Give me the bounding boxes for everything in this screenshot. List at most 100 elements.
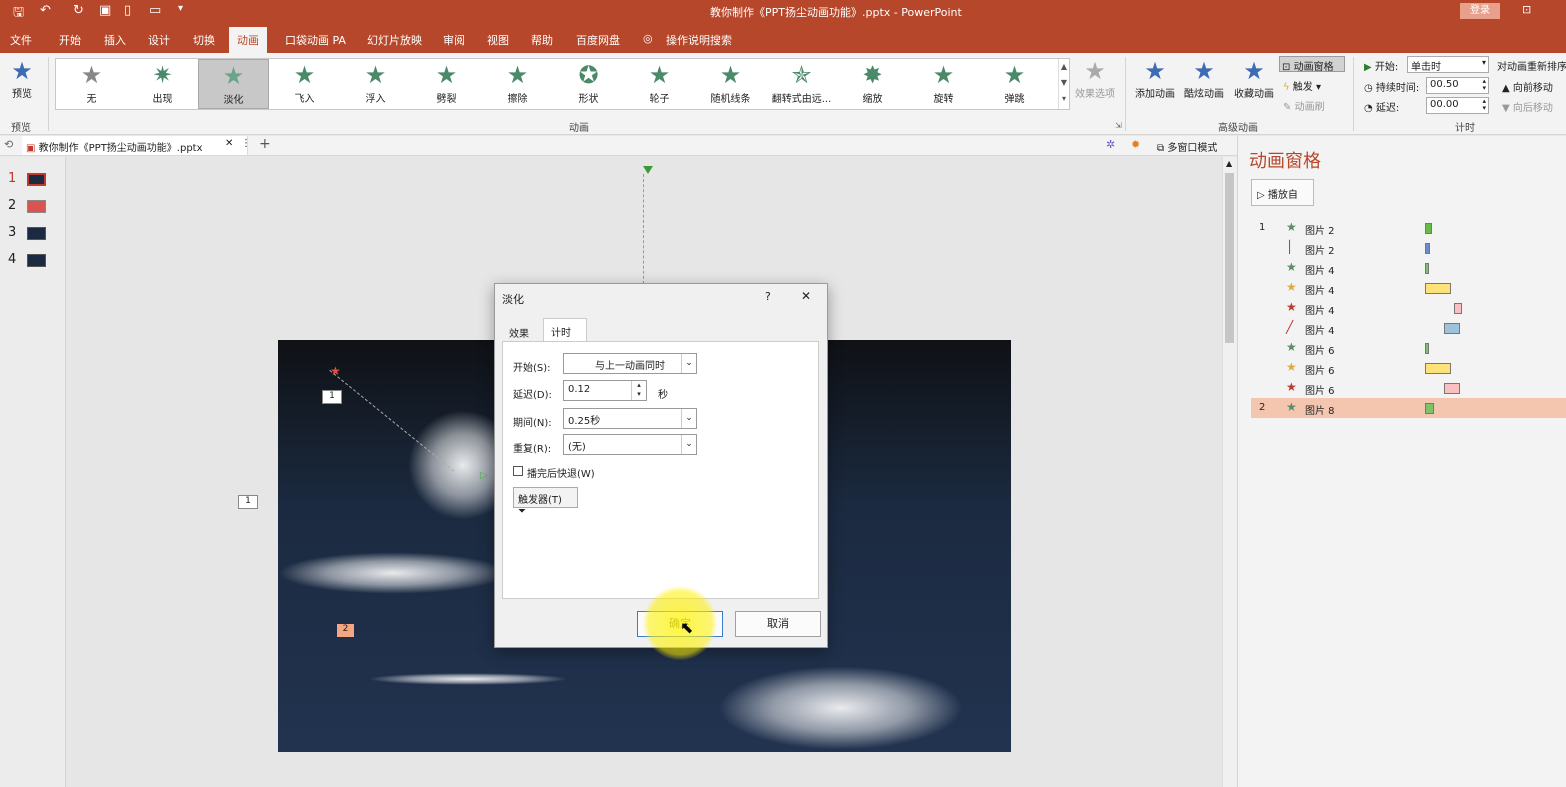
anim-grow-turn[interactable]: ✯ 翻转式由远... (766, 59, 837, 109)
delay-spinner[interactable]: 00.00 ▴ ▾ (1426, 97, 1489, 114)
timeline-bar[interactable] (1425, 283, 1451, 294)
open-folder-icon[interactable]: ▭ (149, 3, 161, 18)
duration-spinner[interactable]: 00.50 ▴ ▾ (1426, 77, 1489, 94)
anim-float-in[interactable]: ★ 浮入 (340, 59, 411, 109)
timeline-bar[interactable] (1454, 303, 1462, 314)
scroll-thumb[interactable] (1225, 173, 1234, 343)
tab-transitions[interactable]: 切换 (193, 32, 215, 48)
effect-options-button[interactable]: ★ 效果选项 (1072, 57, 1118, 100)
editor-scrollbar[interactable]: ▲ (1222, 157, 1237, 787)
animation-list-item[interactable]: ★ 图片 6 (1251, 378, 1566, 398)
tab-file[interactable]: 文件 (10, 32, 32, 48)
anim-wipe[interactable]: ★ 擦除 (482, 59, 553, 109)
slide-thumbnail-2[interactable] (27, 200, 46, 213)
animation-list-item[interactable]: │ 图片 2 (1251, 238, 1566, 258)
duration-select[interactable]: 0.25秒 ⌄ (563, 408, 697, 429)
undo-icon[interactable]: ↶ (40, 3, 51, 18)
tab-review[interactable]: 审阅 (443, 32, 465, 48)
tab-insert[interactable]: 插入 (104, 32, 126, 48)
start-select[interactable]: 与上一动画同时 ⌄ (563, 353, 697, 374)
animation-painter-button[interactable]: ✎ 动画刷 (1283, 98, 1325, 113)
slideshow-icon[interactable]: ▣ (99, 3, 111, 18)
animation-list-item[interactable]: ★ 图片 4 (1251, 258, 1566, 278)
favorite-animation-button[interactable]: ★ 收藏动画 (1231, 57, 1277, 100)
anim-wheel[interactable]: ★ 轮子 (624, 59, 695, 109)
tell-me-search[interactable]: 操作说明搜索 (666, 32, 732, 48)
timeline-bar[interactable] (1425, 343, 1429, 354)
tab-timing[interactable]: 计时 (543, 318, 587, 342)
rewind-checkbox[interactable] (513, 466, 523, 476)
animation-list-item[interactable]: ★ 图片 4 (1251, 278, 1566, 298)
add-animation-button[interactable]: ★ 添加动画 (1132, 57, 1178, 100)
slide-thumbnail-4[interactable] (27, 254, 46, 267)
document-tab[interactable]: ▣ 教你制作《PPT扬尘动画功能》.pptx ✕ ⋮ (22, 136, 251, 155)
tab-design[interactable]: 设计 (148, 32, 170, 48)
multi-window-button[interactable]: ⧉ 多窗口模式 (1157, 139, 1217, 154)
qat-customize-icon[interactable]: ▾ (178, 3, 183, 14)
slide-thumbnail-3[interactable] (27, 227, 46, 240)
tab-pocket-animation[interactable]: 口袋动画 PA (285, 32, 346, 48)
bug-icon[interactable]: ✲ (1106, 138, 1115, 151)
gallery-scroll-icon[interactable]: ▲ ▼ ▾ (1058, 59, 1069, 109)
tab-view[interactable]: 视图 (487, 32, 509, 48)
tab-help[interactable]: 帮助 (531, 32, 553, 48)
scroll-up-icon[interactable]: ▲ (1226, 159, 1232, 168)
cancel-button[interactable]: 取消 (735, 611, 821, 637)
trigger-button[interactable]: ϟ 触发 ▾ (1283, 78, 1321, 93)
timeline-bar[interactable] (1444, 323, 1460, 334)
new-file-icon[interactable]: ▯ (124, 3, 131, 18)
trigger-button[interactable]: 触发器(T) ⏷ (513, 487, 578, 517)
close-tab-icon[interactable]: ✕ (225, 138, 233, 149)
repeat-select[interactable]: (无) ⌄ (563, 434, 697, 455)
animation-tag[interactable]: 1 (322, 390, 342, 404)
tab-effect[interactable]: 效果 (503, 320, 543, 342)
timeline-bar[interactable] (1425, 223, 1432, 234)
anim-shape[interactable]: ✪ 形状 (553, 59, 624, 109)
animation-tag-selected[interactable]: 2 (337, 624, 354, 637)
anim-fade[interactable]: ★ 淡化 (198, 59, 269, 109)
tab-list-icon[interactable]: ⟲ (4, 138, 13, 151)
tab-slideshow[interactable]: 幻灯片放映 (367, 32, 422, 48)
animation-list-item[interactable]: ★ 图片 6 (1251, 338, 1566, 358)
animation-list-item[interactable]: ╱ 图片 4 (1251, 318, 1566, 338)
animation-list-item[interactable]: 1 ★ 图片 2 (1251, 218, 1566, 238)
tab-animations[interactable]: 动画 (229, 27, 267, 53)
help-button[interactable]: ? (765, 290, 771, 303)
add-tab-icon[interactable]: + (259, 136, 271, 152)
tab-baidu-netdisk[interactable]: 百度网盘 (576, 32, 620, 48)
anim-appear[interactable]: ✷ 出现 (127, 59, 198, 109)
timeline-bar[interactable] (1425, 263, 1429, 274)
dialog-launcher-icon[interactable]: ⇲ (1115, 121, 1122, 130)
animation-list-item[interactable]: ★ 图片 4 (1251, 298, 1566, 318)
anim-fly-in[interactable]: ★ 飞入 (269, 59, 340, 109)
timeline-bar[interactable] (1425, 363, 1451, 374)
cool-animation-button[interactable]: ★ 酷炫动画 (1181, 57, 1227, 100)
start-select[interactable]: 单击时 ▾ (1407, 56, 1489, 73)
delay-spinner[interactable]: 0.12 ▴ ▾ (563, 380, 647, 401)
tab-home[interactable]: 开始 (59, 32, 81, 48)
timeline-bar[interactable] (1425, 243, 1430, 254)
timeline-bar[interactable] (1425, 403, 1434, 414)
anim-swivel[interactable]: ★ 旋转 (908, 59, 979, 109)
tab-menu-icon[interactable]: ⋮ (241, 138, 251, 149)
animation-pane-button[interactable]: ⊡ 动画窗格 (1279, 56, 1345, 73)
preview-button[interactable]: ★ 预览 (6, 57, 38, 100)
login-button[interactable]: 登录 (1460, 3, 1500, 19)
timeline-bar[interactable] (1444, 383, 1460, 394)
close-dialog-button[interactable]: ✕ (801, 289, 811, 303)
gear-icon[interactable]: ✹ (1131, 138, 1140, 151)
anim-bounce[interactable]: ★ 弹跳 (979, 59, 1050, 109)
move-earlier-button[interactable]: ▲ 向前移动 (1502, 79, 1553, 94)
ribbon-display-icon[interactable]: ⊡ (1522, 3, 1531, 16)
move-later-button[interactable]: ▼ 向后移动 (1502, 99, 1553, 114)
anim-split[interactable]: ★ 劈裂 (411, 59, 482, 109)
slide-thumbnail-1[interactable] (27, 173, 46, 186)
animation-list-item[interactable]: ★ 图片 6 (1251, 358, 1566, 378)
animation-tag[interactable]: 1 (238, 495, 258, 509)
anim-none[interactable]: ★ 无 (56, 59, 127, 109)
anim-random-bars[interactable]: ★ 随机线条 (695, 59, 766, 109)
play-from-button[interactable]: ▷ 播放自 (1251, 179, 1314, 206)
animation-list-item[interactable]: 2 ★ 图片 8 (1251, 398, 1566, 418)
anim-zoom[interactable]: ✸ 缩放 (837, 59, 908, 109)
redo-icon[interactable]: ↻ (73, 3, 84, 18)
